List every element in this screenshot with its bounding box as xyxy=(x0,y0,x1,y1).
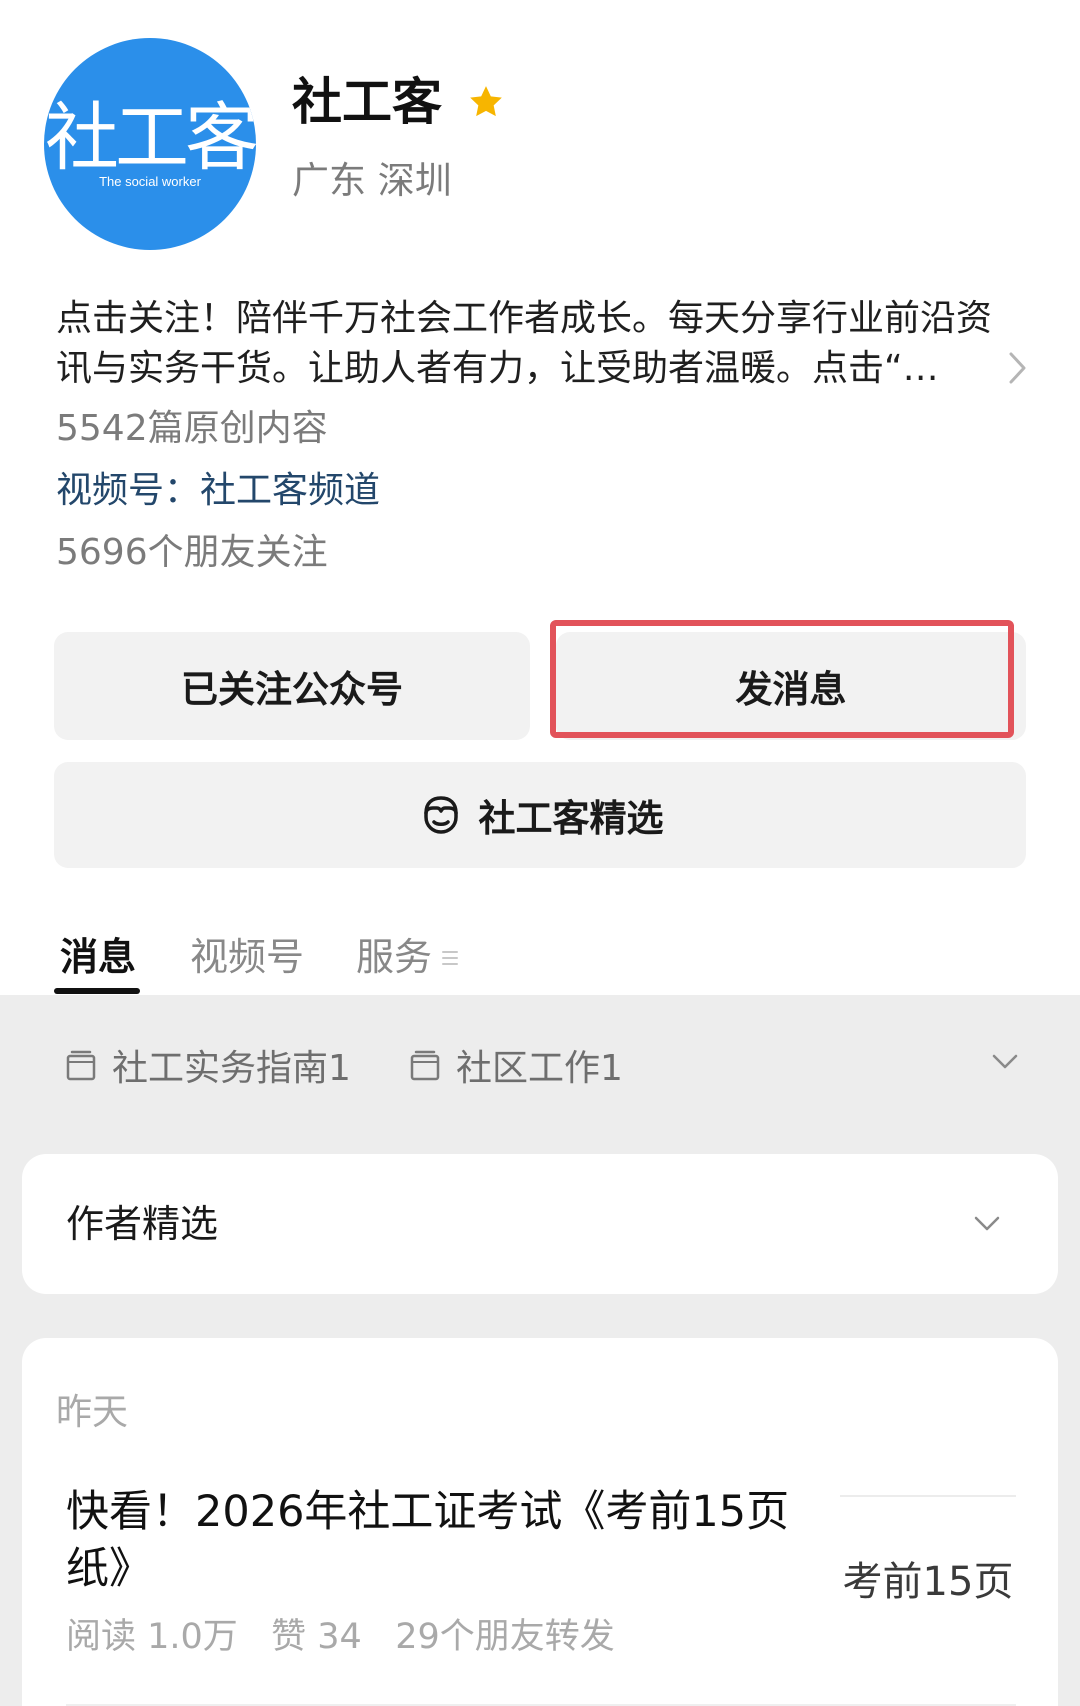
collection-label: 社区工作1 xyxy=(456,1048,623,1089)
avatar-logo-text: 社工客 xyxy=(45,95,256,181)
article-date: 昨天 xyxy=(56,1392,129,1433)
menu-lines-icon[interactable] xyxy=(440,946,460,970)
highlight-annotation xyxy=(550,620,1014,738)
author-picks-title: 作者精选 xyxy=(66,1202,219,1246)
featured-mini-program-button[interactable]: 社工客精选 xyxy=(54,762,1026,868)
thumbnail-divider xyxy=(840,1495,1016,1497)
account-header: 社工客 The social worker 社工客 广东 深圳 点击关注！陪伴千… xyxy=(0,0,1080,995)
article-title[interactable]: 快看！2026年社工证考试《考前15页纸》 xyxy=(66,1484,826,1598)
account-avatar[interactable]: 社工客 The social worker xyxy=(44,38,256,250)
tab-services[interactable]: 服务 xyxy=(356,930,432,984)
chevron-down-icon[interactable] xyxy=(972,1214,1002,1234)
active-tab-indicator xyxy=(54,988,140,994)
account-name: 社工客 xyxy=(292,73,442,131)
original-content-count[interactable]: 5542篇原创内容 xyxy=(56,404,328,454)
chevron-right-icon[interactable] xyxy=(1007,351,1029,385)
folder-icon xyxy=(66,1050,96,1081)
collection-item[interactable]: 社区工作1 xyxy=(408,1030,623,1100)
video-channel-link[interactable]: 视频号：社工客频道 xyxy=(56,466,380,516)
author-picks-card[interactable]: 作者精选 xyxy=(22,1154,1058,1294)
mini-program-icon xyxy=(423,796,458,834)
account-region: 广东 深圳 xyxy=(292,159,452,202)
tab-messages[interactable]: 消息 xyxy=(60,930,136,984)
collection-item[interactable]: 社工实务指南1 xyxy=(64,1030,351,1100)
thumbnail-text: 考前15页 xyxy=(842,1559,1014,1605)
friends-following-count[interactable]: 5696个朋友关注 xyxy=(56,528,328,578)
tab-video-channel[interactable]: 视频号 xyxy=(190,930,304,984)
collection-label: 社工实务指南1 xyxy=(112,1048,351,1089)
collection-bar: 社工实务指南1 社区工作1 xyxy=(0,1030,1080,1100)
chevron-down-icon[interactable] xyxy=(990,1052,1020,1072)
article-stats: 阅读 1.0万 赞 34 29个朋友转发 xyxy=(66,1617,615,1657)
followed-button-label: 已关注公众号 xyxy=(181,668,403,711)
featured-button-label: 社工客精选 xyxy=(478,797,664,840)
star-icon[interactable] xyxy=(466,82,506,122)
content-tabs: 消息 视频号 服务 xyxy=(0,930,1080,995)
folder-icon xyxy=(410,1050,440,1081)
avatar-logo-subtext: The social worker xyxy=(99,174,201,189)
followed-button[interactable]: 已关注公众号 xyxy=(54,632,530,740)
article-card[interactable]: 昨天 快看！2026年社工证考试《考前15页纸》 阅读 1.0万 赞 34 29… xyxy=(22,1338,1058,1706)
article-thumbnail[interactable]: 考前15页 xyxy=(840,1518,1016,1638)
account-bio[interactable]: 点击关注！陪伴千万社会工作者成长。每天分享行业前沿资讯与实务干货。让助人者有力，… xyxy=(56,294,1018,394)
